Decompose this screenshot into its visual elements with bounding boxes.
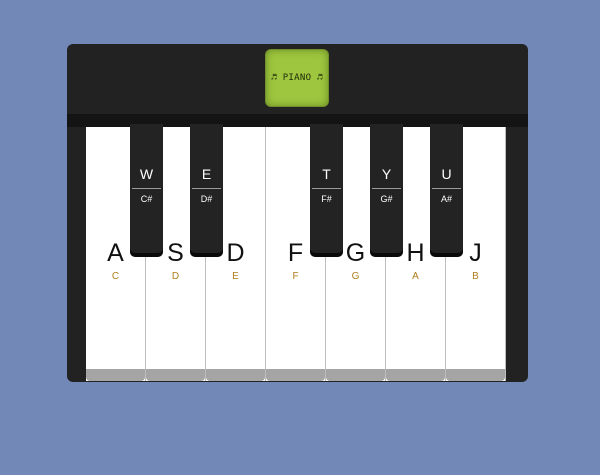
key-letter: U [441,166,452,182]
key-letter: E [201,166,212,182]
key-divider [372,188,401,189]
key-note: F [292,271,299,282]
key-divider [132,188,161,189]
keyboard: A C S D D E F F G G H A J B W C# E D# T … [86,124,506,381]
piano-display: ♬ PIANO ♬ [266,50,328,106]
key-note: C# [140,194,153,204]
black-key-f-sharp[interactable]: T F# [310,124,343,253]
key-note: E [232,271,239,282]
key-divider [312,188,341,189]
key-note: A [412,271,419,282]
key-note: B [472,271,479,282]
piano: ♬ PIANO ♬ A C S D D E F F G G H A J B W … [67,44,528,382]
key-note: C [111,271,120,282]
key-note: G# [380,194,393,204]
black-key-c-sharp[interactable]: W C# [130,124,163,253]
key-letter: Y [381,166,392,182]
key-note: A# [440,194,452,204]
black-key-g-sharp[interactable]: Y G# [370,124,403,253]
key-note: D# [200,194,213,204]
black-key-d-sharp[interactable]: E D# [190,124,223,253]
key-divider [192,188,221,189]
key-letter: T [322,166,331,182]
piano-top-bar: ♬ PIANO ♬ [67,44,528,114]
piano-display-label: ♬ PIANO ♬ [271,73,323,83]
key-note: D [171,271,180,282]
black-key-a-sharp[interactable]: U A# [430,124,463,253]
key-note: G [351,271,360,282]
key-letter: W [139,166,154,182]
key-divider [432,188,461,189]
key-note: F# [321,194,332,204]
